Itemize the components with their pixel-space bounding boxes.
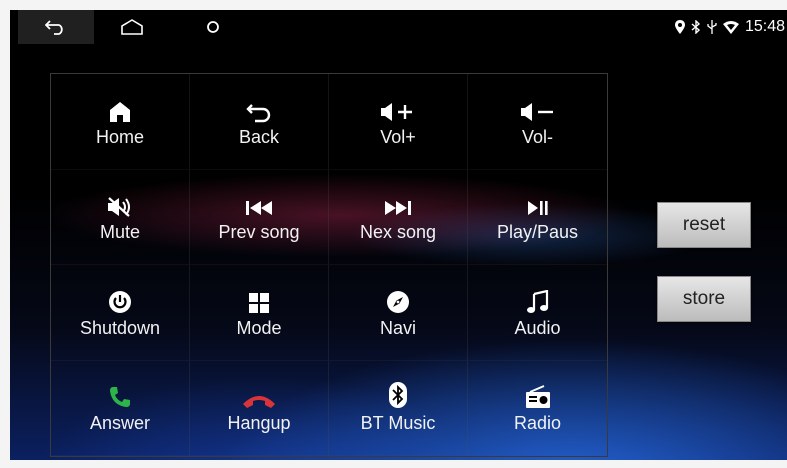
- key-vol-up[interactable]: Vol+: [329, 74, 468, 170]
- key-vol-down[interactable]: Vol-: [468, 74, 607, 170]
- key-label: Radio: [513, 413, 562, 434]
- key-mode[interactable]: Mode: [190, 265, 329, 361]
- recent-circle-icon: [207, 21, 219, 33]
- reset-button[interactable]: reset: [657, 202, 751, 248]
- home-outline-icon: [121, 19, 143, 35]
- usb-icon: [707, 20, 717, 34]
- bluetooth-music-icon: [389, 382, 407, 409]
- key-radio[interactable]: Radio: [468, 361, 607, 456]
- key-label: Nex song: [359, 222, 437, 243]
- key-label: Audio: [514, 317, 561, 338]
- nav-home-button[interactable]: [102, 10, 162, 44]
- back-arrow-icon: [45, 20, 63, 35]
- key-home[interactable]: Home: [51, 74, 190, 170]
- key-navi[interactable]: Navi: [329, 265, 468, 361]
- status-icons: 15:48: [674, 18, 785, 36]
- key-play-pause[interactable]: Play/Paus: [468, 170, 607, 265]
- key-label: Mode: [236, 317, 282, 338]
- key-label: Mute: [99, 222, 141, 243]
- key-answer[interactable]: Answer: [51, 360, 190, 456]
- key-label: BT Music: [360, 413, 436, 434]
- volume-up-icon: [381, 102, 412, 121]
- key-bt-music[interactable]: BT Music: [329, 360, 468, 456]
- key-audio[interactable]: Audio: [468, 265, 607, 361]
- key-label: Prev song: [218, 222, 300, 243]
- key-label: Answer: [89, 413, 151, 434]
- mode-grid-icon: [249, 292, 269, 313]
- key-label: Navi: [379, 317, 416, 338]
- answer-phone-icon: [110, 387, 130, 408]
- key-label: Back: [238, 126, 280, 147]
- key-label: Home: [95, 126, 144, 147]
- key-label: Vol+: [380, 126, 416, 147]
- nav-back-button[interactable]: [18, 10, 94, 44]
- key-hangup[interactable]: Hangup: [190, 360, 329, 456]
- store-button[interactable]: store: [657, 276, 751, 322]
- mute-icon: [108, 197, 130, 218]
- compass-icon: [387, 290, 409, 313]
- power-icon: [109, 290, 131, 313]
- volume-down-icon: [520, 102, 553, 121]
- status-bar: 15:48: [10, 10, 787, 48]
- key-next-song[interactable]: Nex song: [329, 169, 468, 265]
- next-track-icon: [385, 201, 411, 216]
- status-time: 15:48: [744, 18, 785, 35]
- key-mute[interactable]: Mute: [51, 169, 190, 265]
- location-pin-icon: [674, 20, 685, 34]
- key-label: Play/Paus: [496, 222, 579, 243]
- bluetooth-icon: [691, 20, 700, 34]
- head-unit-screen: 15:48 Home Back Vol+ Vol- Mute Prev song…: [10, 10, 787, 460]
- back-icon: [246, 103, 271, 122]
- play-pause-icon: [527, 201, 548, 216]
- previous-track-icon: [246, 201, 272, 216]
- wifi-icon: [722, 20, 739, 34]
- home-icon: [110, 101, 130, 122]
- key-label: Shutdown: [79, 317, 161, 338]
- steering-key-grid: Home Back Vol+ Vol- Mute Prev song Nex s…: [50, 73, 608, 457]
- key-back[interactable]: Back: [190, 74, 329, 170]
- hangup-phone-icon: [243, 396, 275, 409]
- key-prev-song[interactable]: Prev song: [190, 169, 329, 265]
- nav-recent-button[interactable]: [188, 10, 238, 44]
- radio-icon: [525, 385, 550, 409]
- music-note-icon: [526, 289, 548, 313]
- key-shutdown[interactable]: Shutdown: [51, 265, 190, 361]
- key-label: Vol-: [521, 126, 554, 147]
- key-label: Hangup: [227, 413, 291, 434]
